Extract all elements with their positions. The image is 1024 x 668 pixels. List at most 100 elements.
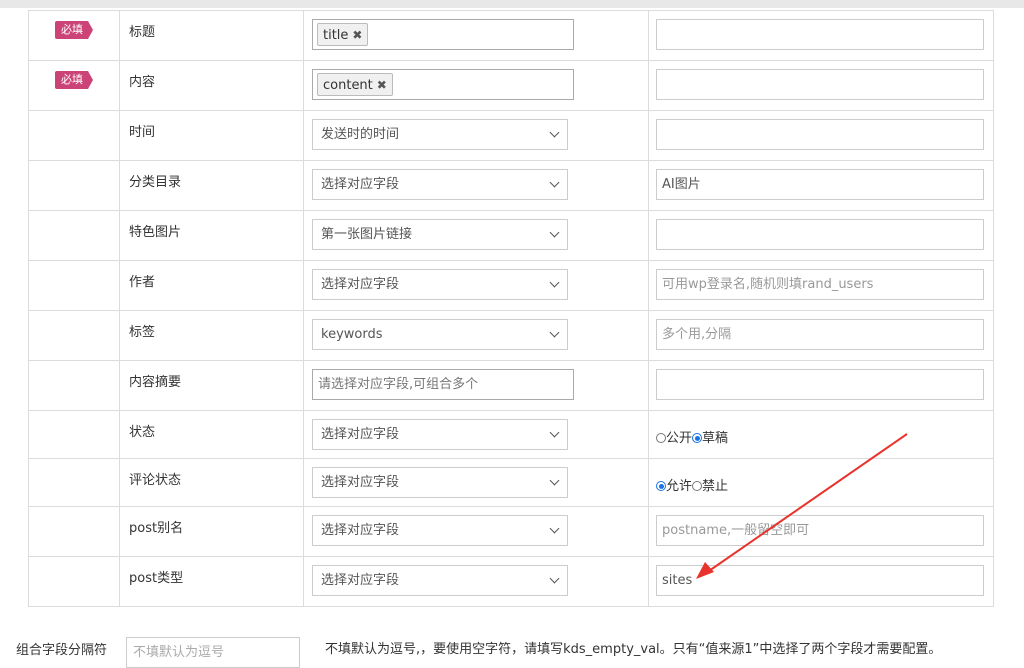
default-value-cell: sites <box>648 556 994 607</box>
table-row: 分类目录 选择对应字段 AI图片 <box>28 160 994 211</box>
source-cell: content ✖ <box>303 60 649 111</box>
default-value-input[interactable] <box>656 219 984 250</box>
required-cell <box>28 160 120 211</box>
source-cell: 选择对应字段 <box>303 458 649 507</box>
separator-help-text: 不填默认为逗号,，要使用空字符，请填写kds_empty_val。只有“值来源1… <box>325 642 942 657</box>
table-row: 标签 keywords 多个用,分隔 <box>28 310 994 361</box>
field-label: 分类目录 <box>129 175 182 190</box>
source-cell: 第一张图片链接 <box>303 210 649 261</box>
default-value-cell: postname,一般留空即可 <box>648 506 994 557</box>
field-label-cell: 标签 <box>119 310 304 361</box>
source-select[interactable]: 选择对应字段 <box>312 419 568 450</box>
source-select[interactable]: 选择对应字段 <box>312 169 568 200</box>
field-label-cell: post别名 <box>119 506 304 557</box>
field-label: 评论状态 <box>129 473 182 488</box>
field-label-cell: 时间 <box>119 110 304 161</box>
default-value-input[interactable] <box>656 119 984 150</box>
field-label: 时间 <box>129 125 156 140</box>
radio-button[interactable] <box>656 433 666 443</box>
source-tag-input[interactable]: title ✖ <box>312 19 574 50</box>
source-select[interactable]: keywords <box>312 319 568 350</box>
radio-label[interactable]: 允许 <box>666 479 692 494</box>
table-row: 内容摘要 请选择对应字段,可组合多个 <box>28 360 994 411</box>
chevron-down-icon <box>549 177 560 188</box>
table-row: 评论状态 选择对应字段 允许 禁止 <box>28 458 994 507</box>
source-select[interactable]: 第一张图片链接 <box>312 219 568 250</box>
radio-group: 公开 草稿 <box>656 419 993 447</box>
radio-button[interactable] <box>656 481 666 491</box>
table-row: 特色图片 第一张图片链接 <box>28 210 994 261</box>
field-label-cell: 状态 <box>119 410 304 459</box>
source-tag: title ✖ <box>317 23 369 46</box>
field-label-cell: post类型 <box>119 556 304 607</box>
radio-button[interactable] <box>692 433 703 443</box>
source-select[interactable]: 选择对应字段 <box>312 467 568 498</box>
source-select[interactable]: 选择对应字段 <box>312 269 568 300</box>
default-value-input[interactable]: 可用wp登录名,随机则填rand_users <box>656 269 984 300</box>
source-cell: keywords <box>303 310 649 361</box>
chevron-down-icon <box>549 475 560 486</box>
radio-label[interactable]: 草稿 <box>702 431 728 446</box>
radio-group: 允许 禁止 <box>656 467 993 495</box>
chevron-down-icon <box>549 127 560 138</box>
remove-tag-icon[interactable]: ✖ <box>352 28 362 42</box>
source-tag-text: title <box>323 28 349 43</box>
radio-label[interactable]: 禁止 <box>702 479 728 494</box>
default-value-input[interactable] <box>656 19 984 50</box>
required-cell <box>28 556 120 607</box>
source-select[interactable]: 选择对应字段 <box>312 565 568 596</box>
separator-label: 组合字段分隔符 <box>16 643 108 658</box>
required-cell: 必填 <box>28 60 120 111</box>
source-select[interactable]: 发送时的时间 <box>312 119 568 150</box>
source-tag-text: content <box>323 78 373 93</box>
default-value-input[interactable]: sites <box>656 565 984 596</box>
field-label: 特色图片 <box>129 225 182 240</box>
default-value-cell: 多个用,分隔 <box>648 310 994 361</box>
field-label-cell: 内容摘要 <box>119 360 304 411</box>
source-multi-input[interactable]: 请选择对应字段,可组合多个 <box>312 369 574 400</box>
table-row: 时间 发送时的时间 <box>28 110 994 161</box>
table-row: 作者 选择对应字段 可用wp登录名,随机则填rand_users <box>28 260 994 311</box>
source-cell: 选择对应字段 <box>303 556 649 607</box>
default-value-cell <box>648 110 994 161</box>
table-row: post类型 选择对应字段 sites <box>28 556 994 607</box>
source-cell: 选择对应字段 <box>303 410 649 459</box>
default-value-cell: 允许 禁止 <box>648 458 994 507</box>
field-label: 内容摘要 <box>129 375 182 390</box>
chevron-down-icon <box>549 427 560 438</box>
source-cell: 请选择对应字段,可组合多个 <box>303 360 649 411</box>
source-select-value: 选择对应字段 <box>321 277 400 292</box>
required-cell: 必填 <box>28 10 120 61</box>
required-cell <box>28 210 120 261</box>
default-value-input[interactable]: postname,一般留空即可 <box>656 515 984 546</box>
source-tag-input[interactable]: content ✖ <box>312 69 574 100</box>
top-scroll-area <box>0 0 1024 8</box>
source-select[interactable]: 选择对应字段 <box>312 515 568 546</box>
default-value-input[interactable] <box>656 69 984 100</box>
source-select-value: 选择对应字段 <box>321 573 400 588</box>
default-value-cell <box>648 10 994 61</box>
field-label: 标签 <box>129 325 156 340</box>
field-label: 标题 <box>129 25 156 40</box>
field-label-cell: 内容 <box>119 60 304 111</box>
required-cell <box>28 458 120 507</box>
default-value-input[interactable]: 多个用,分隔 <box>656 319 984 350</box>
source-cell: 选择对应字段 <box>303 160 649 211</box>
source-tag: content ✖ <box>317 73 393 96</box>
field-label: 内容 <box>129 75 156 90</box>
default-value-cell <box>648 60 994 111</box>
default-value-input[interactable] <box>656 369 984 400</box>
field-mapping-table: 必填 标题 title ✖ 必填 内容 content ✖ 时间 发送时的时间 分类目录 选择对应字段… <box>28 10 994 607</box>
field-label-cell: 标题 <box>119 10 304 61</box>
table-row: post别名 选择对应字段 postname,一般留空即可 <box>28 506 994 557</box>
source-select-value: 第一张图片链接 <box>321 227 413 242</box>
radio-label[interactable]: 公开 <box>666 431 692 446</box>
required-cell <box>28 110 120 161</box>
remove-tag-icon[interactable]: ✖ <box>377 78 387 92</box>
separator-input[interactable]: 不填默认为逗号 <box>126 637 300 668</box>
chevron-down-icon <box>549 277 560 288</box>
required-cell <box>28 310 120 361</box>
radio-button[interactable] <box>692 481 703 491</box>
source-cell: 发送时的时间 <box>303 110 649 161</box>
default-value-input[interactable]: AI图片 <box>656 169 984 200</box>
